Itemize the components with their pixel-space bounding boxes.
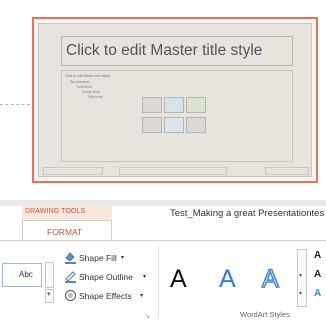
shape-styles-scroll[interactable] (45, 262, 54, 288)
shape-styles-more[interactable]: ▾ (45, 289, 54, 303)
table-icon[interactable] (142, 97, 162, 113)
tab-format-label: FORMAT (47, 227, 83, 237)
shape-fill-label: Shape Fill (79, 253, 117, 263)
slide-number-placeholder[interactable] (265, 167, 309, 175)
wordart-styles-group-label: WordArt Styles (240, 310, 290, 319)
content-placeholder[interactable]: Click to edit Master text styles Second … (61, 70, 293, 162)
shape-style-thumbnail[interactable]: Abc (2, 263, 42, 287)
tab-format[interactable]: FORMAT (22, 220, 112, 240)
document-title: Test_Making a great Presentationtes (170, 208, 325, 219)
connector-line (0, 104, 30, 105)
wordart-style-black[interactable]: A (170, 267, 187, 292)
text-fill-icon[interactable]: A (314, 251, 321, 261)
level-5-text: Fifth level (88, 95, 103, 99)
footer-placeholder[interactable] (119, 167, 227, 175)
chevron-down-icon: ▾ (47, 291, 51, 298)
shape-effects-label: Shape Effects (79, 291, 132, 301)
wordart-gallery-scroll[interactable]: ▾ ▾ (297, 249, 307, 307)
wordart-style-outline[interactable]: A (261, 266, 279, 293)
level-2-text: Second level (70, 80, 90, 84)
text-effects-icon[interactable]: A (314, 289, 321, 299)
level-4-text: Fourth level (82, 90, 100, 94)
content-icons (140, 95, 220, 141)
title-placeholder-text: Click to edit Master title style (66, 42, 263, 59)
level-1-text: Click to edit Master text styles (65, 74, 110, 78)
title-placeholder[interactable]: Click to edit Master title style (61, 36, 293, 66)
shape-effects-icon (65, 290, 76, 301)
slide-master-canvas[interactable]: Click to edit Master title style Click t… (38, 23, 312, 177)
shape-style-sample: Abc (19, 270, 33, 279)
chart-icon[interactable] (164, 97, 184, 113)
online-picture-icon[interactable] (164, 117, 184, 133)
wordart-style-blue[interactable]: A (219, 267, 236, 292)
video-icon[interactable] (186, 117, 206, 133)
text-outline-icon[interactable]: A (314, 270, 321, 280)
drawing-tools-label: DRAWING TOOLS (25, 208, 86, 215)
dialog-launcher-icon[interactable]: ↘ (145, 313, 150, 320)
shape-outline-label: Shape Outline (79, 272, 133, 282)
date-placeholder[interactable] (43, 167, 103, 175)
group-divider (158, 246, 159, 318)
picture-icon[interactable] (142, 117, 162, 133)
paint-bucket-icon (65, 252, 76, 264)
smartart-icon[interactable] (186, 97, 206, 113)
slide-editing-pane: Click to edit Master title style Click t… (0, 0, 326, 200)
gallery-more-icon: ▾ (299, 291, 303, 297)
level-3-text: Third level (76, 85, 92, 89)
pencil-icon (65, 271, 76, 283)
chevron-down-icon: ▾ (299, 273, 303, 279)
